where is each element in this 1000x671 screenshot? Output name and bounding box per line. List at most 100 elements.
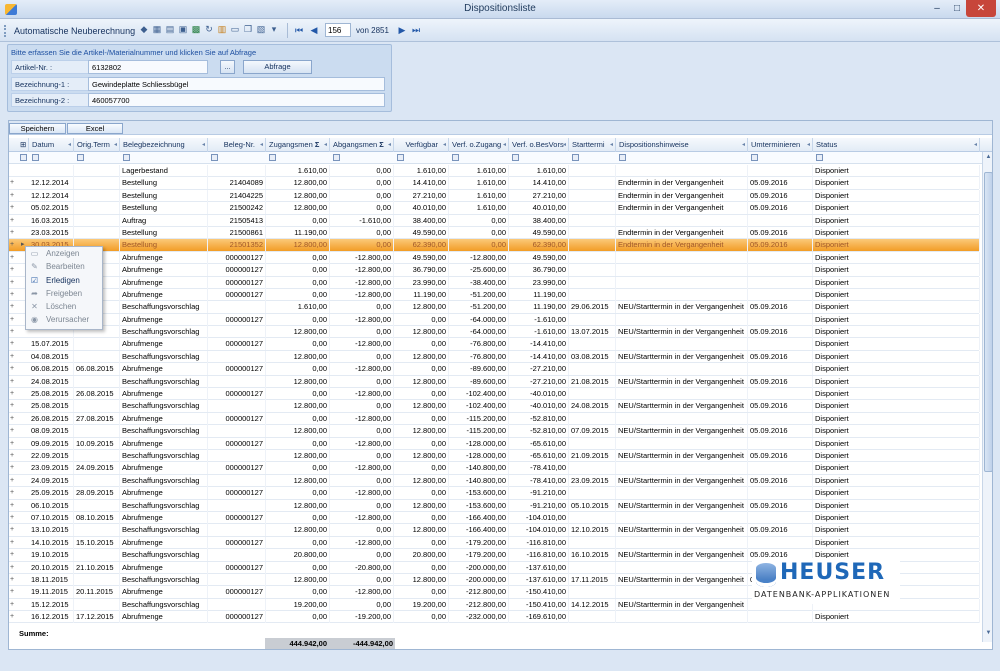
table-cell[interactable]: -38.400,00 bbox=[449, 276, 509, 289]
table-row[interactable]: Lagerbestand 1.610,00 0,00 1.610,00 1.610,00… bbox=[9, 165, 980, 178]
table-row[interactable]: +08.09.2015 Beschaffungsvorschlag 12.800,0… bbox=[9, 425, 980, 438]
table-cell[interactable]: 05.09.2016 bbox=[748, 350, 813, 363]
table-cell[interactable]: -27.210,00 bbox=[509, 375, 569, 388]
table-cell[interactable]: 49.590,00 bbox=[509, 226, 569, 239]
table-cell[interactable]: NEU/Starttermin in der Vergangenheit bbox=[616, 425, 748, 438]
expand-icon[interactable]: + bbox=[10, 279, 16, 286]
expand-icon[interactable]: + bbox=[10, 564, 16, 571]
table-cell[interactable]: Abrufmenge bbox=[120, 586, 208, 599]
table-cell[interactable]: Auftrag bbox=[120, 214, 208, 227]
expand-icon[interactable]: + bbox=[10, 328, 16, 335]
table-row[interactable]: +05.02.2015 Bestellung 21500242 12.800,00 0,… bbox=[9, 202, 980, 215]
table-cell[interactable]: 38.400,00 bbox=[394, 214, 449, 227]
table-cell[interactable]: Disponiert bbox=[813, 189, 980, 202]
table-row[interactable]: +07.10.2015 08.10.2015 Abrufmenge 000000127… bbox=[9, 511, 980, 525]
table-cell[interactable]: 12.800,00 bbox=[266, 425, 330, 438]
expand-icon[interactable]: + bbox=[10, 526, 16, 533]
table-cell[interactable]: Abrufmenge bbox=[120, 437, 208, 450]
table-row[interactable]: +16.03.2015 Auftrag 21505413 0,00 -1.610,00 3… bbox=[9, 214, 980, 227]
context-menu-item[interactable]: ✕ Löschen bbox=[26, 300, 102, 313]
table-cell[interactable] bbox=[569, 202, 616, 215]
table-cell[interactable]: Beschaffungsvorschlag bbox=[120, 598, 208, 611]
filter-icon-col-8[interactable] bbox=[452, 154, 459, 161]
table-row[interactable]: + Abrufmenge 000000127 0,00 -12.800,00 23.990… bbox=[9, 276, 980, 289]
expand-icon[interactable]: + bbox=[10, 340, 16, 347]
expand-icon[interactable]: + bbox=[10, 415, 16, 422]
table-cell[interactable] bbox=[208, 326, 266, 339]
table-cell[interactable]: -52.810,00 bbox=[509, 425, 569, 438]
table-cell[interactable] bbox=[748, 214, 813, 227]
table-cell[interactable]: 0,00 bbox=[394, 338, 449, 351]
table-cell[interactable]: NEU/Starttermin in der Vergangenheit bbox=[616, 573, 748, 586]
table-cell[interactable] bbox=[569, 462, 616, 475]
table-cell[interactable] bbox=[208, 400, 266, 413]
table-cell[interactable]: 12.800,00 bbox=[266, 375, 330, 388]
table-cell[interactable]: 12.800,00 bbox=[394, 449, 449, 462]
table-cell[interactable]: 23.990,00 bbox=[509, 276, 569, 289]
table-cell[interactable]: -12.800,00 bbox=[330, 586, 394, 599]
table-cell[interactable]: 0,00 bbox=[330, 474, 394, 487]
expand-icon[interactable]: + bbox=[10, 539, 16, 546]
table-cell[interactable]: 000000127 bbox=[208, 288, 266, 301]
table-cell[interactable]: -12.800,00 bbox=[330, 313, 394, 326]
table-cell[interactable]: 12.800,00 bbox=[266, 400, 330, 413]
context-menu-item[interactable]: ☑ Erledigen bbox=[26, 274, 102, 287]
table-cell[interactable]: 12.800,00 bbox=[266, 326, 330, 339]
table-cell[interactable]: -12.800,00 bbox=[330, 363, 394, 376]
table-cell[interactable]: 000000127 bbox=[208, 462, 266, 475]
table-cell[interactable]: 12.800,00 bbox=[266, 499, 330, 512]
table-cell[interactable] bbox=[569, 487, 616, 500]
table-cell[interactable]: 1.610,00 bbox=[449, 165, 509, 177]
table-cell[interactable]: 05.02.2015 bbox=[29, 202, 74, 215]
table-cell[interactable] bbox=[74, 177, 120, 190]
table-cell[interactable]: -19.200,00 bbox=[330, 611, 394, 624]
table-cell[interactable] bbox=[569, 313, 616, 326]
table-cell[interactable]: -116.810,00 bbox=[509, 549, 569, 562]
table-cell[interactable]: -14.410,00 bbox=[509, 338, 569, 351]
table-cell[interactable] bbox=[569, 288, 616, 301]
expand-icon[interactable]: + bbox=[10, 489, 16, 496]
table-cell[interactable]: Beschaffungsvorschlag bbox=[120, 350, 208, 363]
next-record-button[interactable]: ▶ bbox=[397, 25, 407, 35]
expand-icon[interactable]: + bbox=[10, 390, 16, 397]
table-cell[interactable]: 0,00 bbox=[330, 425, 394, 438]
table-cell[interactable]: 0,00 bbox=[266, 276, 330, 289]
table-cell[interactable]: 12.12.2014 bbox=[29, 189, 74, 202]
table-cell[interactable]: 17.11.2015 bbox=[569, 573, 616, 586]
table-cell[interactable]: NEU/Starttermin in der Vergangenheit bbox=[616, 549, 748, 562]
table-cell[interactable] bbox=[569, 363, 616, 376]
table-cell[interactable]: 0,00 bbox=[266, 363, 330, 376]
table-cell[interactable]: 11.190,00 bbox=[509, 301, 569, 314]
table-cell[interactable] bbox=[616, 561, 748, 574]
table-cell[interactable] bbox=[208, 165, 266, 177]
table-cell[interactable] bbox=[748, 165, 813, 177]
table-cell[interactable]: 0,00 bbox=[449, 226, 509, 239]
table-cell[interactable]: 12.800,00 bbox=[394, 400, 449, 413]
table-cell[interactable]: Abrufmenge bbox=[120, 412, 208, 425]
filter-icon-col-10[interactable] bbox=[572, 154, 579, 161]
table-cell[interactable]: 21501352 bbox=[208, 239, 266, 252]
table-cell[interactable]: Abrufmenge bbox=[120, 338, 208, 351]
table-cell[interactable]: 000000127 bbox=[208, 536, 266, 549]
table-cell[interactable]: 0,00 bbox=[330, 549, 394, 562]
table-cell[interactable]: 0,00 bbox=[266, 412, 330, 425]
table-cell[interactable]: 38.400,00 bbox=[509, 214, 569, 227]
table-cell[interactable]: 12.800,00 bbox=[266, 573, 330, 586]
table-cell[interactable]: 0,00 bbox=[330, 375, 394, 388]
table-cell[interactable]: -91.210,00 bbox=[509, 499, 569, 512]
table-cell[interactable]: 11.190,00 bbox=[394, 288, 449, 301]
table-cell[interactable] bbox=[74, 375, 120, 388]
table-cell[interactable]: Disponiert bbox=[813, 301, 980, 314]
table-cell[interactable]: 1.610,00 bbox=[449, 202, 509, 215]
table-cell[interactable]: -1.610,00 bbox=[509, 326, 569, 339]
table-cell[interactable]: 000000127 bbox=[208, 487, 266, 500]
table-cell[interactable]: Disponiert bbox=[813, 462, 980, 475]
copy-icon[interactable]: ❐ bbox=[243, 24, 253, 34]
table-cell[interactable]: 25.08.2015 bbox=[29, 400, 74, 413]
table-cell[interactable]: 12.800,00 bbox=[394, 301, 449, 314]
table-cell[interactable] bbox=[748, 388, 813, 401]
table-cell[interactable] bbox=[569, 511, 616, 524]
table-cell[interactable]: Beschaffungsvorschlag bbox=[120, 326, 208, 339]
table-cell[interactable]: 19.200,00 bbox=[394, 598, 449, 611]
table-cell[interactable]: 19.10.2015 bbox=[29, 549, 74, 562]
